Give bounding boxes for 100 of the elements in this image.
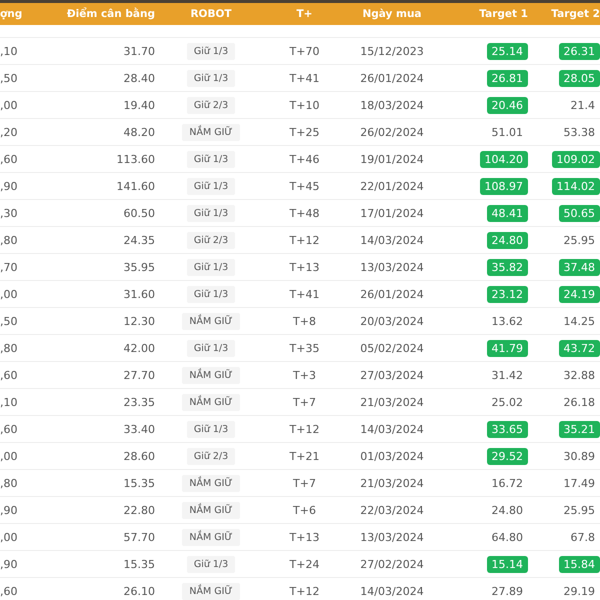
table-cell: T+48 — [290, 206, 320, 220]
robot-tag: Giữ 2/3 — [186, 232, 236, 248]
table-cell: 15/12/2023 — [360, 44, 424, 58]
table-cell-text: 51.01 — [490, 124, 524, 140]
table-cell: 28.60 — [124, 450, 155, 462]
robot-tag: Giữ 1/3 — [186, 340, 236, 356]
target-tag: 37.48 — [558, 258, 600, 276]
table-cell: 20/03/2024 — [360, 314, 424, 328]
robot-tag: NẮM GIỮ — [182, 124, 240, 140]
table-cell-text: 25.95 — [562, 232, 596, 248]
table-cell: 01/03/2024 — [360, 450, 424, 462]
table-cell: T+13 — [290, 530, 320, 544]
table-cell-text: 53.38 — [562, 124, 596, 140]
table-cell: ,60 — [0, 422, 18, 436]
column-header: Ngày mua — [362, 8, 422, 20]
table-cell-text: 31.42 — [490, 368, 524, 384]
table-cell: T+41 — [290, 288, 320, 300]
table-cell: ,00 — [0, 450, 18, 462]
table-cell: 21/03/2024 — [360, 476, 424, 490]
table-cell-text: 30.89 — [562, 448, 596, 464]
target-tag: 26.31 — [558, 42, 600, 60]
table-cell: ,90 — [0, 504, 18, 516]
target-tag: 43.72 — [558, 340, 600, 356]
column-header: ợng — [0, 8, 22, 20]
robot-tag: Giữ 1/3 — [186, 150, 236, 168]
table-cell: 22/01/2024 — [360, 180, 424, 192]
target-tag: 41.79 — [486, 340, 528, 356]
target-tag: 15.84 — [558, 556, 600, 572]
table-cell: ,90 — [0, 558, 18, 570]
table-cell: 22.80 — [124, 504, 155, 516]
table-cell: 27/03/2024 — [360, 368, 424, 382]
robot-tag: Giữ 1/3 — [186, 42, 236, 60]
table-cell: 17/01/2024 — [360, 206, 424, 220]
table-cell: 33.40 — [124, 422, 155, 436]
robot-tag: Giữ 1/3 — [186, 420, 236, 438]
table-cell: ,60 — [0, 152, 18, 166]
target-tag: 25.14 — [486, 42, 528, 60]
target-tag: 35.82 — [486, 258, 528, 276]
robot-tag: Giữ 1/3 — [186, 556, 236, 572]
table-cell-text: 25.95 — [562, 502, 596, 518]
column-header: Điểm cân bằng — [66, 8, 155, 20]
table-cell: ,80 — [0, 342, 18, 354]
table-cell: T+8 — [293, 314, 316, 328]
target-tag: 33.65 — [486, 420, 528, 438]
table-cell: ,80 — [0, 476, 18, 490]
table-cell: T+24 — [290, 558, 320, 570]
table-cell: ,00 — [0, 98, 18, 112]
table-cell: ,90 — [0, 180, 18, 192]
table-cell: 27.70 — [124, 368, 155, 382]
table-cell: 57.70 — [124, 530, 155, 544]
table-cell: 23.35 — [124, 396, 155, 408]
table-cell: 31.70 — [124, 44, 155, 58]
table-cell: 35.95 — [124, 260, 155, 274]
table-cell: T+7 — [293, 476, 316, 490]
table-cell: 05/02/2024 — [360, 342, 424, 354]
table-cell: 18/03/2024 — [360, 98, 424, 112]
column-header: T+ — [296, 8, 312, 20]
table-cell-text: 26.18 — [562, 394, 596, 410]
table-cell: ,10 — [0, 396, 18, 408]
target-tag: 50.65 — [558, 204, 600, 222]
table-cell: 13/03/2024 — [360, 530, 424, 544]
robot-tag: NẮM GIỮ — [182, 502, 240, 518]
table-cell: ,10 — [0, 44, 18, 58]
column-header: Target 1 — [479, 8, 528, 20]
table-cell: T+3 — [293, 368, 316, 382]
table-cell-text: 25.02 — [490, 394, 524, 410]
table-cell: 19.40 — [124, 98, 155, 112]
table-cell: T+25 — [290, 126, 320, 138]
robot-tag: Giữ 2/3 — [186, 96, 236, 114]
table-cell: 21/03/2024 — [360, 396, 424, 408]
table-cell: 141.60 — [116, 180, 155, 192]
table-cell: T+12 — [290, 234, 320, 246]
robot-tag: Giữ 1/3 — [186, 178, 236, 194]
table-cell-text: 67.8 — [570, 530, 596, 546]
table-cell: 19/01/2024 — [360, 152, 424, 166]
table-cell: ,00 — [0, 530, 18, 544]
table-cell-text: 14.25 — [562, 314, 596, 330]
table-cell: T+12 — [290, 584, 320, 598]
table-cell: 26/01/2024 — [360, 288, 424, 300]
table-cell: ,70 — [0, 260, 18, 274]
robot-tag: Giữ 1/3 — [186, 258, 236, 276]
robot-tag: Giữ 1/3 — [186, 70, 236, 86]
table-cell: T+41 — [290, 72, 320, 84]
table-cell: ,60 — [0, 584, 18, 598]
table-cell: 12.30 — [124, 314, 155, 328]
table-cell: 14/03/2024 — [360, 422, 424, 436]
table-cell: 27/02/2024 — [360, 558, 424, 570]
target-tag: 48.41 — [486, 204, 528, 222]
target-tag: 23.12 — [486, 286, 528, 302]
table-cell: ,30 — [0, 206, 18, 220]
table-cell: 113.60 — [116, 152, 155, 166]
table-cell: 13/03/2024 — [360, 260, 424, 274]
table-cell: 26.10 — [124, 584, 155, 598]
table-cell: T+70 — [290, 44, 320, 58]
target-tag: 114.02 — [552, 178, 600, 194]
table-cell: ,50 — [0, 72, 18, 84]
table-cell: 15.35 — [124, 476, 155, 490]
table-cell: 14/03/2024 — [360, 584, 424, 598]
target-tag: 104.20 — [480, 150, 528, 168]
table-cell-text: 64.80 — [490, 530, 524, 546]
